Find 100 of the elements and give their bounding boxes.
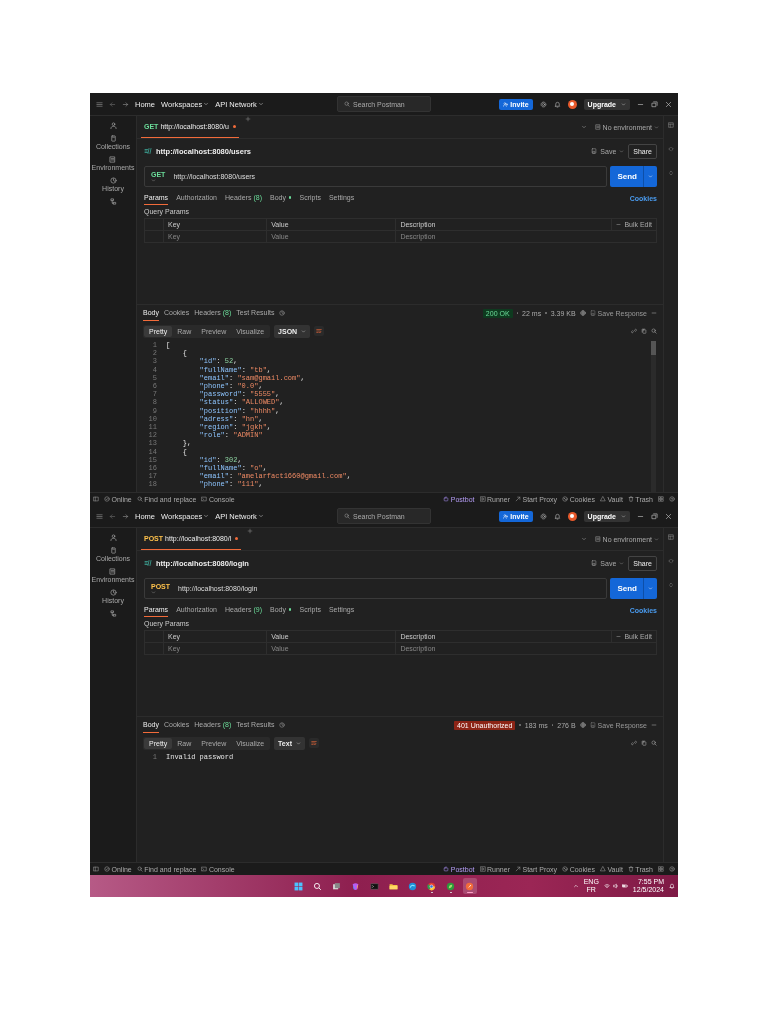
- taskbar-button[interactable]: [462, 878, 477, 894]
- battery-icon[interactable]: [621, 883, 628, 889]
- globe-icon[interactable]: [579, 310, 586, 316]
- restore-icon[interactable]: [651, 100, 658, 108]
- windows-logo-icon: [294, 881, 303, 891]
- person-plus-icon: [503, 513, 509, 519]
- task-view-icon: [332, 881, 341, 891]
- help-icon[interactable]: [669, 496, 675, 502]
- search-icon: [136, 866, 143, 872]
- code-icon[interactable]: [668, 558, 674, 564]
- search-icon[interactable]: [651, 740, 657, 746]
- clock-icon[interactable]: [279, 310, 286, 316]
- clock-icon: [109, 589, 117, 596]
- close-icon[interactable]: [665, 512, 672, 520]
- flow-icon[interactable]: [109, 610, 117, 617]
- caret-icon: [619, 560, 625, 566]
- triangle-icon: [599, 866, 606, 872]
- person-plus-icon: [503, 101, 509, 107]
- copy-icon[interactable]: [641, 328, 647, 334]
- robot-icon: [443, 866, 450, 872]
- grid-icon[interactable]: [668, 534, 674, 540]
- caret-icon[interactable]: [580, 124, 587, 130]
- globe-icon[interactable]: [579, 722, 586, 728]
- grid-icon[interactable]: [658, 496, 664, 502]
- send-button[interactable]: Send: [610, 166, 657, 187]
- more-icon[interactable]: [616, 634, 622, 639]
- help-icon[interactable]: [669, 866, 675, 872]
- list-icon: [594, 124, 601, 130]
- caret-icon: [621, 513, 626, 519]
- circle-logo-icon: [427, 881, 436, 891]
- link-icon[interactable]: [631, 740, 637, 746]
- caret-icon: [654, 124, 659, 130]
- caret-up-icon[interactable]: [572, 883, 579, 889]
- plus-icon[interactable]: [247, 528, 254, 534]
- search-icon[interactable]: [651, 328, 657, 334]
- arrow-icon: [515, 496, 521, 502]
- list-icon: [109, 568, 117, 575]
- link-icon[interactable]: [631, 328, 637, 334]
- sort-icon[interactable]: [668, 170, 674, 176]
- search-icon: [136, 496, 143, 502]
- copy-icon[interactable]: [641, 740, 647, 746]
- caret-icon: [654, 536, 659, 542]
- folder-icon: [389, 881, 398, 891]
- cookie-icon: [562, 866, 569, 872]
- code-icon[interactable]: [668, 146, 674, 152]
- grid-icon[interactable]: [668, 122, 674, 128]
- more-icon[interactable]: [616, 222, 622, 227]
- online-icon: [104, 866, 110, 872]
- restore-icon[interactable]: [651, 512, 658, 520]
- person-icon[interactable]: [109, 122, 117, 129]
- more-icon[interactable]: [651, 722, 657, 728]
- clock-icon: [109, 177, 117, 184]
- copilot-icon: [351, 881, 360, 891]
- save-icon: [589, 722, 596, 728]
- caret-icon: [648, 586, 653, 591]
- layout-icon[interactable]: [93, 866, 99, 872]
- notification-icon[interactable]: [669, 883, 675, 889]
- save-icon: [591, 560, 598, 566]
- wrap-button[interactable]: [309, 738, 319, 748]
- forward-arrow-icon[interactable]: [122, 512, 129, 520]
- volume-icon[interactable]: [612, 883, 619, 889]
- avatar[interactable]: [567, 99, 577, 109]
- settings-icon[interactable]: [539, 100, 547, 108]
- menu-icon[interactable]: [96, 100, 103, 108]
- leaf-icon: [446, 881, 455, 891]
- caret-icon: [296, 740, 301, 746]
- bell-icon[interactable]: [553, 512, 561, 520]
- wrap-icon: [311, 740, 317, 746]
- person-icon[interactable]: [109, 534, 117, 541]
- wrap-button[interactable]: [314, 326, 325, 336]
- grid-icon[interactable]: [658, 866, 664, 872]
- flow-icon[interactable]: [109, 198, 117, 205]
- terminal-icon: [370, 881, 379, 891]
- wifi-icon[interactable]: [603, 883, 610, 889]
- robot-icon: [443, 496, 450, 502]
- scrollbar[interactable]: [651, 341, 656, 492]
- caret-icon[interactable]: [580, 536, 587, 542]
- triangle-icon: [599, 496, 606, 502]
- console-icon: [201, 866, 208, 872]
- clock-icon[interactable]: [279, 722, 286, 728]
- caret-icon: [621, 101, 626, 107]
- http-icon: [144, 147, 152, 155]
- arrow-icon: [515, 866, 521, 872]
- plus-icon[interactable]: [244, 116, 251, 122]
- caret-icon: [648, 174, 653, 179]
- avatar[interactable]: [567, 511, 577, 521]
- caret-icon: [151, 589, 156, 595]
- menu-icon[interactable]: [96, 512, 103, 520]
- back-arrow-icon[interactable]: [109, 512, 116, 520]
- play-icon: [479, 866, 486, 872]
- close-icon[interactable]: [665, 100, 672, 108]
- sort-icon[interactable]: [668, 582, 674, 588]
- back-arrow-icon[interactable]: [109, 100, 116, 108]
- layout-icon[interactable]: [93, 496, 99, 502]
- settings-icon[interactable]: [539, 512, 547, 520]
- more-icon[interactable]: [651, 310, 657, 316]
- forward-arrow-icon[interactable]: [122, 100, 129, 108]
- caret-icon: [301, 328, 307, 334]
- send-button[interactable]: Send: [610, 578, 657, 599]
- bell-icon[interactable]: [553, 100, 561, 108]
